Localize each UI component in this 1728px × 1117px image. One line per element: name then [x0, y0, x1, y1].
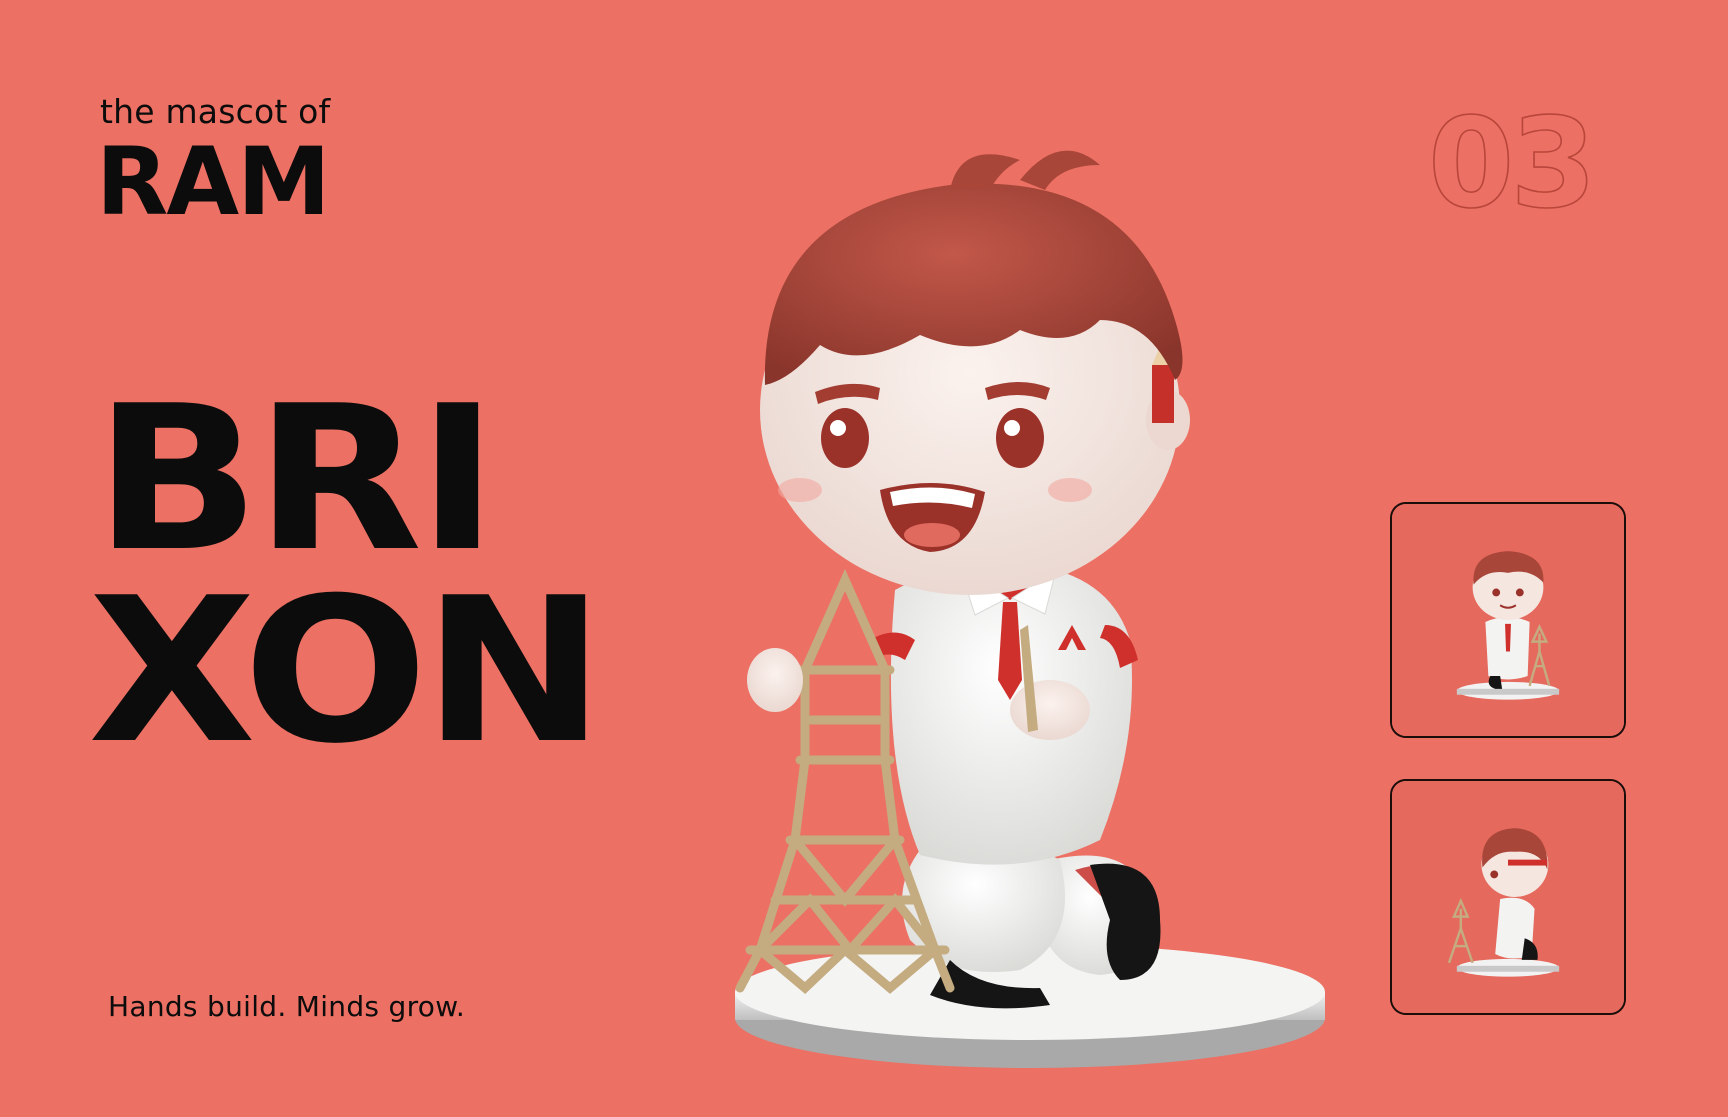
mascot-torso: [870, 564, 1138, 865]
mascot-hero-illustration: [735, 150, 1325, 1068]
tagline: Hands build. Minds grow.: [108, 990, 466, 1023]
page-number: 03: [1428, 96, 1597, 220]
thumbnail-front-view[interactable]: [1390, 502, 1626, 738]
mascot-name-line-1: BRI: [94, 363, 498, 596]
thumbnail-side-view[interactable]: [1390, 779, 1626, 1015]
page-number-text: 03: [1428, 96, 1593, 220]
mascot-presentation-page: the mascot of RAM BRI XON Hands build. M…: [0, 0, 1728, 1117]
mascot-name-line-2: XON: [88, 555, 605, 788]
mascot-side-view-thumbnail-icon: [1392, 781, 1624, 1013]
brand-kicker: the mascot of: [100, 92, 331, 131]
mascot-front-view-thumbnail-icon: [1392, 504, 1624, 736]
brand-title: RAM: [96, 128, 331, 237]
mascot-head: [760, 150, 1190, 595]
